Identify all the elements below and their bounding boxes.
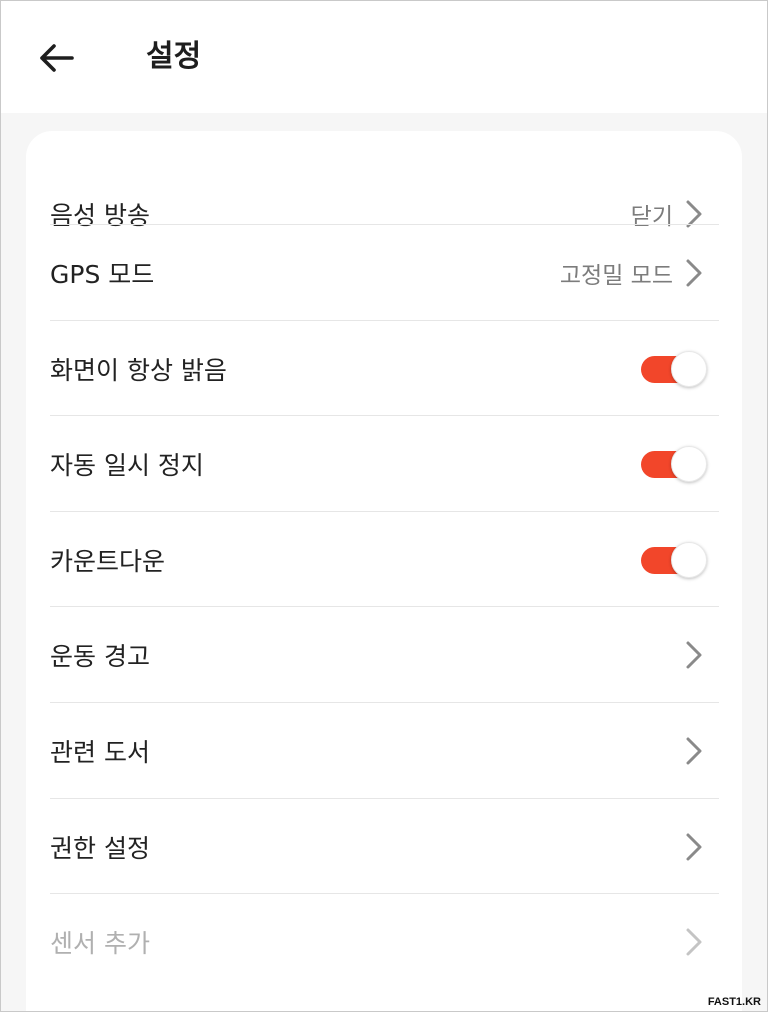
setting-label: 화면이 항상 밝음 xyxy=(50,355,227,385)
app-header: 설정 xyxy=(1,1,767,113)
setting-label: GPS 모드 xyxy=(50,259,155,289)
setting-countdown: 카운트다운 xyxy=(50,512,719,607)
setting-auto-pause: 자동 일시 정지 xyxy=(50,416,719,511)
chevron-right-icon xyxy=(683,832,705,862)
setting-exercise-warning[interactable]: 운동 경고 xyxy=(50,607,719,702)
toggle-knob xyxy=(671,541,707,578)
back-button[interactable] xyxy=(31,37,81,83)
toggle-knob xyxy=(671,350,707,387)
setting-value: 고정밀 모드 xyxy=(559,262,673,289)
setting-label: 카운트다운 xyxy=(50,546,166,576)
chevron-right-icon xyxy=(683,258,705,288)
setting-label: 자동 일시 정지 xyxy=(50,450,204,480)
auto-pause-toggle[interactable] xyxy=(641,445,709,482)
chevron-right-icon xyxy=(683,736,705,766)
page-title: 설정 xyxy=(146,39,202,74)
arrow-left-icon xyxy=(38,43,74,77)
watermark: FAST1.KR xyxy=(707,996,761,1008)
setting-label: 관련 도서 xyxy=(50,737,150,767)
screen-always-on-toggle[interactable] xyxy=(641,350,709,387)
setting-label: 운동 경고 xyxy=(50,641,150,671)
chevron-right-icon xyxy=(683,927,705,957)
setting-label: 권한 설정 xyxy=(50,833,150,863)
setting-permissions[interactable]: 권한 설정 xyxy=(50,799,719,894)
chevron-right-icon xyxy=(683,640,705,670)
setting-label: 센서 추가 xyxy=(50,928,150,958)
settings-card: 음성 방송 닫기 GPS 모드 고정밀 모드 화면이 항상 밝음 자동 일시 정… xyxy=(26,131,742,1011)
setting-related-books[interactable]: 관련 도서 xyxy=(50,703,719,798)
setting-add-sensor[interactable]: 센서 추가 xyxy=(50,894,719,989)
countdown-toggle[interactable] xyxy=(641,541,709,578)
setting-screen-always-on: 화면이 항상 밝음 xyxy=(50,321,719,416)
toggle-knob xyxy=(671,445,707,482)
setting-gps-mode[interactable]: GPS 모드 고정밀 모드 xyxy=(50,225,719,320)
